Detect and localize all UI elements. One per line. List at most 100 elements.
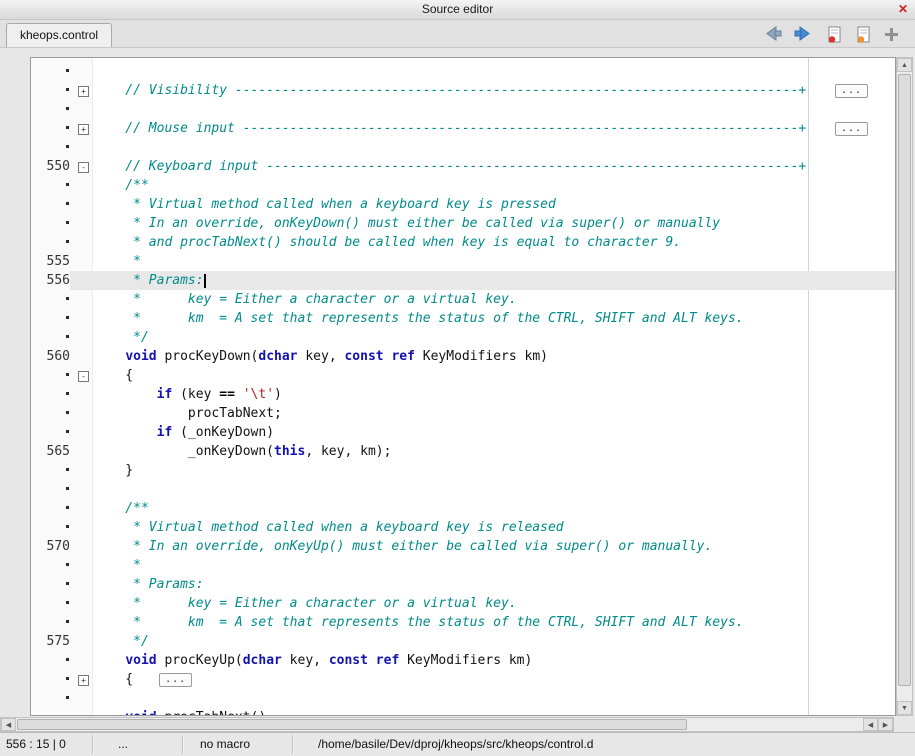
line-dot-marker [66, 221, 69, 224]
fold-column [70, 328, 92, 347]
line-number [31, 689, 70, 708]
vertical-scrollbar-thumb[interactable] [898, 74, 911, 686]
line-number: 555 [31, 252, 70, 271]
line-number [31, 138, 70, 157]
code-line[interactable]: } [31, 461, 895, 480]
code-line[interactable]: * km = A set that represents the status … [31, 613, 895, 632]
scroll-down-icon[interactable]: ▼ [897, 701, 912, 715]
code-text: * km = A set that represents the status … [92, 309, 895, 328]
window-titlebar[interactable]: Source editor ✕ [0, 0, 915, 20]
code-line[interactable]: procTabNext; [31, 404, 895, 423]
nav-back-icon[interactable] [764, 26, 784, 43]
code-editor[interactable]: + // Visibility ------------------------… [30, 57, 896, 716]
fold-column[interactable]: - [70, 157, 92, 176]
code-line[interactable]: + // Visibility ------------------------… [31, 81, 895, 100]
line-number [31, 233, 70, 252]
dock-handle-icon[interactable] [884, 27, 904, 44]
code-line[interactable]: /** [31, 176, 895, 195]
nav-forward-icon[interactable] [792, 26, 812, 43]
code-line[interactable]: 555 * [31, 252, 895, 271]
fold-marker-icon[interactable]: + [78, 86, 89, 97]
fold-column [70, 347, 92, 366]
code-text: * Params: [92, 575, 895, 594]
fold-column[interactable]: + [70, 670, 92, 689]
line-dot-marker [66, 297, 69, 300]
line-dot-marker [66, 392, 69, 395]
code-line[interactable]: */ [31, 328, 895, 347]
code-line[interactable]: void procTabNext() [31, 708, 895, 716]
scroll-left-end-icon[interactable]: ◀ [863, 718, 878, 731]
fold-column[interactable]: - [70, 366, 92, 385]
horizontal-scrollbar[interactable]: ◀ ◀ ▶ [0, 717, 894, 732]
window-title: Source editor [0, 0, 915, 19]
fold-marker-icon[interactable]: - [78, 162, 89, 173]
text-cursor [204, 274, 206, 288]
code-line[interactable] [31, 100, 895, 119]
vertical-scrollbar[interactable]: ▲ ▼ [896, 57, 913, 716]
fold-ellipsis[interactable]: ... [159, 673, 192, 687]
code-line[interactable]: 570 * In an override, onKeyUp() must eit… [31, 537, 895, 556]
document-modified-orange-icon[interactable] [855, 26, 875, 43]
code-line[interactable]: - { [31, 366, 895, 385]
line-number [31, 214, 70, 233]
code-line[interactable]: + {... [31, 670, 895, 689]
fold-column[interactable]: + [70, 81, 92, 100]
code-line[interactable] [31, 480, 895, 499]
line-dot-marker [66, 487, 69, 490]
code-line[interactable]: * Params: [31, 575, 895, 594]
fold-column[interactable]: + [70, 119, 92, 138]
line-dot-marker [66, 430, 69, 433]
line-number [31, 328, 70, 347]
line-dot-marker [66, 658, 69, 661]
code-line[interactable]: * key = Either a character or a virtual … [31, 594, 895, 613]
fold-column [70, 556, 92, 575]
code-line[interactable]: * Virtual method called when a keyboard … [31, 195, 895, 214]
fold-column [70, 233, 92, 252]
code-line[interactable]: * km = A set that represents the status … [31, 309, 895, 328]
scroll-left-icon[interactable]: ◀ [1, 718, 16, 731]
code-line[interactable]: * and procTabNext() should be called whe… [31, 233, 895, 252]
code-line[interactable] [31, 689, 895, 708]
scroll-right-icon[interactable]: ▶ [878, 718, 893, 731]
code-line[interactable]: 560 void procKeyDown(dchar key, const re… [31, 347, 895, 366]
fold-ellipsis[interactable]: ... [835, 122, 868, 136]
line-dot-marker [66, 88, 69, 91]
fold-marker-icon[interactable]: + [78, 675, 89, 686]
line-number [31, 594, 70, 613]
line-number [31, 613, 70, 632]
close-icon[interactable]: ✕ [896, 0, 910, 19]
fold-column [70, 480, 92, 499]
tab-kheops-control[interactable]: kheops.control [6, 23, 112, 47]
code-line[interactable]: if (key == '\t') [31, 385, 895, 404]
fold-column [70, 195, 92, 214]
code-line[interactable] [31, 138, 895, 157]
code-line[interactable]: * In an override, onKeyDown() must eithe… [31, 214, 895, 233]
code-line[interactable]: + // Mouse input -----------------------… [31, 119, 895, 138]
code-line[interactable]: * key = Either a character or a virtual … [31, 290, 895, 309]
fold-marker-icon[interactable]: - [78, 371, 89, 382]
code-line[interactable]: 550- // Keyboard input -----------------… [31, 157, 895, 176]
code-line[interactable]: 575 */ [31, 632, 895, 651]
horizontal-scrollbar-thumb[interactable] [17, 719, 687, 730]
code-line[interactable]: /** [31, 499, 895, 518]
code-line[interactable] [31, 62, 895, 81]
scroll-up-icon[interactable]: ▲ [897, 58, 912, 72]
code-line[interactable]: void procKeyUp(dchar key, const ref KeyM… [31, 651, 895, 670]
line-number [31, 423, 70, 442]
line-number [31, 290, 70, 309]
fold-column [70, 290, 92, 309]
fold-column [70, 575, 92, 594]
editor-lines: + // Visibility ------------------------… [31, 58, 895, 716]
code-text: * Virtual method called when a keyboard … [92, 195, 895, 214]
document-modified-red-icon[interactable] [826, 26, 846, 43]
code-line[interactable]: * [31, 556, 895, 575]
fold-marker-icon[interactable]: + [78, 124, 89, 135]
code-line[interactable]: if (_onKeyDown) [31, 423, 895, 442]
code-text [92, 138, 895, 157]
code-line[interactable]: 565 _onKeyDown(this, key, km); [31, 442, 895, 461]
fold-ellipsis[interactable]: ... [835, 84, 868, 98]
code-line[interactable]: * Virtual method called when a keyboard … [31, 518, 895, 537]
status-separator [292, 735, 294, 754]
line-dot-marker [66, 506, 69, 509]
code-line[interactable]: 556 * Params: [31, 271, 895, 290]
